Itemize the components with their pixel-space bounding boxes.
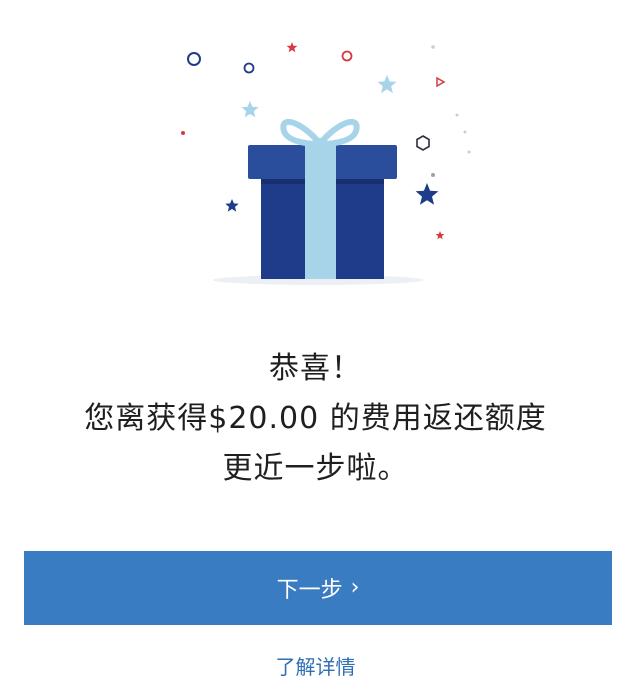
gift-ribbon [305, 145, 336, 279]
star-icon [377, 75, 397, 94]
confetti-dot-icon [463, 130, 467, 134]
chevron-right-icon: › [350, 575, 360, 600]
confetti-hexagon-icon [416, 135, 430, 151]
confetti-circle-icon [341, 50, 353, 62]
congratulations-message: 恭喜！ 您离获得$20.00 的费用返还额度 更近一步啦。 [0, 344, 631, 494]
confetti-dot-icon [455, 113, 459, 117]
message-line-2: 您离获得$20.00 的费用返还额度 [84, 401, 547, 436]
confetti-dot-icon [181, 131, 185, 135]
confetti-circle-icon [187, 52, 201, 66]
confetti-dot-icon [431, 173, 435, 177]
learn-more-link[interactable]: 了解详情 [0, 652, 631, 682]
star-icon [225, 199, 239, 212]
gift-illustration [181, 42, 471, 285]
next-step-label: 下一步 [276, 578, 343, 603]
confetti-dot-icon [467, 150, 471, 154]
confetti-dot-icon [431, 45, 435, 49]
star-icon [415, 183, 439, 205]
gift-bow-knot [313, 138, 327, 147]
star-icon [286, 42, 298, 53]
confetti-triangle-icon [436, 76, 446, 88]
star-icon [241, 101, 259, 118]
message-line-1: 恭喜！ [269, 351, 362, 386]
confetti-circle-icon [243, 62, 255, 74]
message-line-3: 更近一步啦。 [222, 451, 409, 486]
star-icon [435, 231, 445, 240]
next-step-button[interactable]: 下一步 › [24, 551, 612, 625]
